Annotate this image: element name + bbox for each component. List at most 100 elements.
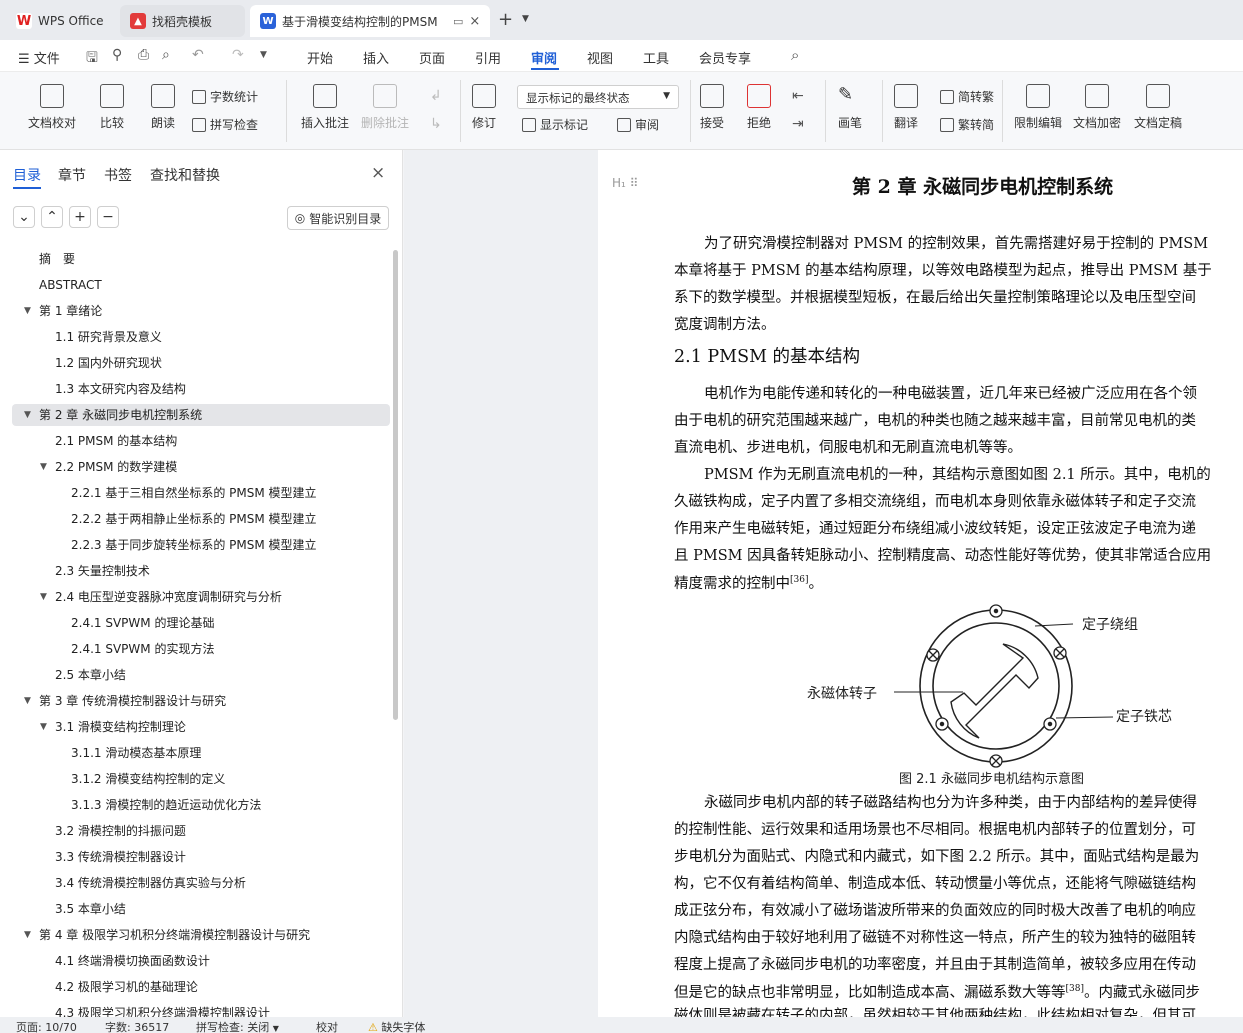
review-pane-button[interactable]: 审阅 [617,116,659,133]
caret-down-icon[interactable]: ▼ [24,930,31,940]
print-icon[interactable]: ⎙ [138,47,149,63]
trad-to-simp-button[interactable]: 繁转简 [940,116,994,133]
toc-item[interactable]: 2.2.2 基于两相静止坐标系的 PMSM 模型建立 [71,508,317,530]
nav-tab-bookmarks[interactable]: 书签 [104,165,132,185]
menu-member[interactable]: 会员专享 [699,48,751,67]
toc-item[interactable]: ABSTRACT [39,274,102,296]
toc-item[interactable]: 3.3 传统滑模控制器设计 [55,846,186,868]
read-aloud-button[interactable]: 朗读 [151,84,175,131]
delete-comment-button[interactable]: 删除批注 [361,84,409,131]
add-heading-icon[interactable]: + [69,206,91,228]
prev-change-icon[interactable]: ⇤ [792,88,804,104]
toc-item[interactable]: 3.1.1 滑动模态基本原理 [71,742,201,764]
nav-tab-toc[interactable]: 目录 [13,165,41,185]
caret-down-icon[interactable]: ▼ [40,462,47,472]
spell-check-button[interactable]: 拼写检查 [192,116,258,133]
more-chevron-icon[interactable]: ▼ [260,50,267,60]
remove-heading-icon[interactable]: − [97,206,119,228]
search-icon[interactable]: ⌕ [791,46,799,64]
citation-ref[interactable]: [36] [790,575,808,585]
tab-wps-office[interactable]: W WPS Office [6,5,116,37]
toc-item[interactable]: 3.5 本章小结 [55,898,126,920]
word-count[interactable]: 字数: 36517 [105,1019,169,1033]
monitor-icon[interactable]: ▭ [453,15,463,28]
file-menu[interactable]: ☰ 文件 [18,48,60,67]
menu-page[interactable]: 页面 [419,48,445,67]
page-indicator[interactable]: 页面: 10/70 [16,1019,77,1033]
restrict-edit-button[interactable]: 限制编辑 [1014,84,1062,131]
toc-item[interactable]: 3.1.3 滑模控制的趋近运动优化方法 [71,794,261,816]
toc-item[interactable]: 摘 要 [39,248,75,270]
caret-down-icon[interactable]: ▼ [24,306,31,316]
redo-icon[interactable]: ↷ [232,47,244,63]
heading-drag-icon[interactable]: H₁ ⠿ [612,176,638,190]
toc-item[interactable]: 2.2 PMSM 的数学建模 [55,456,177,478]
tab-document[interactable]: W 基于滑模变结构控制的PMSM ▭ × [250,5,490,37]
doc-check-button[interactable]: 文档校对 [28,84,76,131]
menu-insert[interactable]: 插入 [363,48,389,67]
toc-item[interactable]: 2.2.1 基于三相自然坐标系的 PMSM 模型建立 [71,482,317,504]
close-tab-icon[interactable]: × [469,14,480,29]
undo-icon[interactable]: ↶ [192,47,204,63]
nav-tab-chapters[interactable]: 章节 [58,165,86,185]
toc-scrollbar[interactable] [393,250,398,720]
toc-item[interactable]: 2.3 矢量控制技术 [55,560,150,582]
compare-button[interactable]: 比较 [100,84,124,131]
word-count-button[interactable]: 字数统计 [192,88,258,105]
missing-font-button[interactable]: ⚠ 缺失字体 [368,1019,425,1033]
toc-item[interactable]: 3.1 滑模变结构控制理论 [55,716,186,738]
next-change-icon[interactable]: ⇥ [792,116,804,132]
toc-item[interactable]: 第 3 章 传统滑模控制器设计与研究 [39,690,226,712]
toc-item[interactable]: 第 4 章 极限学习机积分终端滑模控制器设计与研究 [39,924,310,946]
toc-item[interactable]: 2.4.1 SVPWM 的实现方法 [71,638,214,660]
insert-comment-button[interactable]: 插入批注 [301,84,349,131]
menu-home[interactable]: 开始 [307,48,333,67]
spell-check-status[interactable]: 拼写检查: 关闭 ▼ [196,1019,279,1033]
menu-tools[interactable]: 工具 [643,48,669,67]
toc-item[interactable]: 4.2 极限学习机的基础理论 [55,976,198,998]
accept-button[interactable]: 接受 [700,84,724,131]
toc-item[interactable]: 2.2.3 基于同步旋转坐标系的 PMSM 模型建立 [71,534,317,556]
pen-button[interactable]: ✎ 画笔 [838,84,862,131]
caret-down-icon[interactable]: ▼ [24,696,31,706]
reject-button[interactable]: 拒绝 [747,84,771,131]
proofread-button[interactable]: 校对 [316,1019,338,1033]
toc-item[interactable]: 3.1.2 滑模变结构控制的定义 [71,768,225,790]
toc-item[interactable]: 4.1 终端滑模切换面函数设计 [55,950,210,972]
toc-item[interactable]: 3.4 传统滑模控制器仿真实验与分析 [55,872,246,894]
toc-item[interactable]: 2.1 PMSM 的基本结构 [55,430,177,452]
toc-item[interactable]: 2.4.1 SVPWM 的理论基础 [71,612,214,634]
caret-down-icon[interactable]: ▼ [40,592,47,602]
nav-tab-find-replace[interactable]: 查找和替换 [150,165,220,185]
markup-display-select[interactable]: 显示标记的最终状态 ▼ [517,85,679,109]
citation-ref[interactable]: [38] [1066,984,1084,994]
toc-item[interactable]: 2.5 本章小结 [55,664,126,686]
toc-item[interactable]: 1.3 本文研究内容及结构 [55,378,186,400]
toc-item[interactable]: 1.2 国内外研究现状 [55,352,162,374]
menu-view[interactable]: 视图 [587,48,613,67]
smart-toc-button[interactable]: ◎ 智能识别目录 [287,206,389,230]
toc-item-selected[interactable]: 第 2 章 永磁同步电机控制系统 [12,404,390,426]
toc-item[interactable]: 4.3 极限学习机积分终端滑模控制器设计 [55,1002,270,1017]
expand-icon[interactable]: ⌃ [41,206,63,228]
tab-list-chevron-icon[interactable]: ▼ [522,14,529,24]
toc-item[interactable]: 3.2 滑模控制的抖振问题 [55,820,186,842]
encrypt-doc-button[interactable]: 文档加密 [1073,84,1121,131]
track-changes-button[interactable]: 修订 [472,84,496,131]
caret-down-icon[interactable]: ▼ [24,410,31,420]
caret-down-icon[interactable]: ▼ [40,722,47,732]
close-icon[interactable]: × [371,163,385,183]
collapse-icon[interactable]: ⌄ [13,206,35,228]
save-icon[interactable]: 🖫 [86,47,98,71]
simp-to-trad-button[interactable]: 简转繁 [940,88,994,105]
menu-review[interactable]: 审阅 [531,48,557,67]
translate-button[interactable]: 翻译 [894,84,918,131]
menu-reference[interactable]: 引用 [475,48,501,67]
finalize-doc-button[interactable]: 文档定稿 [1134,84,1182,131]
prev-comment-icon[interactable]: ↲ [430,88,442,104]
next-comment-icon[interactable]: ↳ [430,116,442,132]
toc-item[interactable]: 1.1 研究背景及意义 [55,326,162,348]
print-preview-icon[interactable]: ⌕ [162,47,170,63]
show-marks-button[interactable]: 显示标记 [522,116,588,133]
link-icon[interactable]: ⚲ [112,47,122,63]
